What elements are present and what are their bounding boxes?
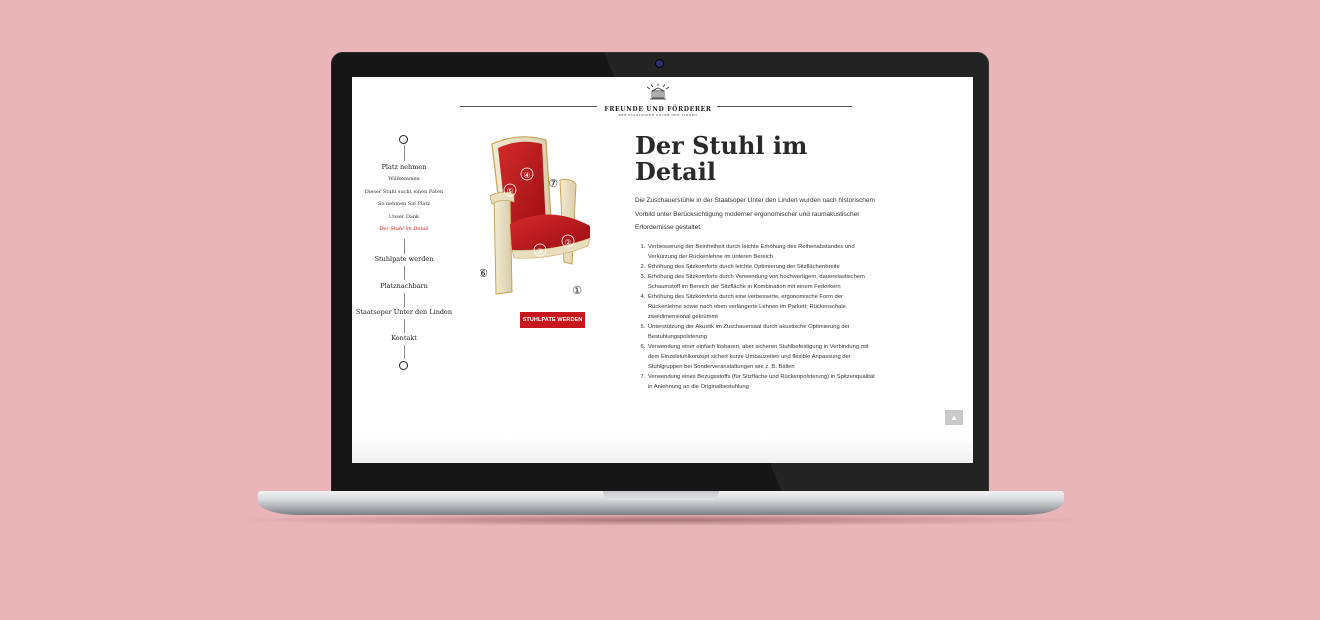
nav-connector xyxy=(404,293,405,307)
list-item: Unterstützung der Akustik im Zuschauersa… xyxy=(647,322,877,342)
chair-marker-5: ⑤ xyxy=(506,187,513,196)
list-item: Erhöhung des Sitzkomforts durch eine ver… xyxy=(647,292,877,322)
nav-item-staatsoper[interactable]: Staatsoper Unter den Linden xyxy=(352,308,456,316)
camera-icon xyxy=(656,60,663,67)
nav-item-stuhlpate-werden[interactable]: Stuhlpate werden xyxy=(352,255,456,263)
nav-connector xyxy=(404,239,405,254)
site-logo[interactable]: FREUNDE UND FÖRDERER DER STAATSOPER UNTE… xyxy=(603,83,713,117)
scroll-to-top-button[interactable]: ▲ xyxy=(945,410,963,425)
list-item: Erhöhung des Sitzkomforts durch Verwendu… xyxy=(647,272,877,292)
header-divider-right xyxy=(717,106,852,107)
nav-connector xyxy=(404,266,405,280)
list-item: Erhöhung des Sitzkomforts durch leichte … xyxy=(647,262,877,272)
nav-item-platznachbarn[interactable]: Platznachbarn xyxy=(352,282,456,290)
nav-connector xyxy=(404,145,405,161)
list-item: Verwendung eines Bezugsstoffs (für Sitzf… xyxy=(647,372,877,392)
nav-item-platz-nehmen[interactable]: Platz nehmen xyxy=(352,163,456,171)
chair-illustration: ④ ⑤ ② ③ ⑦ ⑥ ① xyxy=(480,136,591,297)
chair-marker-1: ① xyxy=(572,284,582,297)
logo-title: FREUNDE UND FÖRDERER xyxy=(604,106,712,113)
nav-subitem-stuhl-im-detail[interactable]: Der Stuhl im Detail xyxy=(352,226,456,232)
stuhlpate-werden-button[interactable]: STUHLPATE WERDEN xyxy=(520,312,585,328)
nav-subitem-stuhl-sucht-paten[interactable]: Dieser Stuhl sucht einen Paten xyxy=(352,189,456,195)
nav-subitem-willkommen[interactable]: Willkommen xyxy=(352,176,456,182)
nav-top-circle-icon xyxy=(399,135,408,144)
chair-marker-7: ⑦ xyxy=(548,177,558,190)
laptop-opening-notch xyxy=(603,491,719,500)
page-footer-fade xyxy=(352,437,973,463)
browser-screen: FREUNDE UND FÖRDERER DER STAATSOPER UNTE… xyxy=(352,77,973,463)
nav-subitem-unser-dank[interactable]: Unser Dank xyxy=(352,214,456,220)
laptop-base xyxy=(258,491,1064,515)
arrow-up-icon: ▲ xyxy=(950,413,958,422)
chair-marker-2: ② xyxy=(564,238,571,247)
nav-connector xyxy=(404,345,405,359)
chair-marker-6: ⑥ xyxy=(480,267,488,280)
feature-list: Verbesserung der Beinfreiheit durch leic… xyxy=(638,242,877,392)
page-title: Der Stuhl im Detail xyxy=(635,131,808,186)
nav-subitem-so-nehmen-sie-platz[interactable]: So nehmen Sie Platz xyxy=(352,201,456,207)
laptop-shadow xyxy=(230,514,1092,526)
list-item: Verwendung einer einfach lösbaren, aber … xyxy=(647,342,877,372)
nav-bottom-circle-icon xyxy=(399,361,408,370)
opera-house-icon xyxy=(646,83,670,100)
nav-connector xyxy=(404,319,405,333)
nav-item-kontakt[interactable]: Kontakt xyxy=(352,334,456,342)
list-item: Verbesserung der Beinfreiheit durch leic… xyxy=(647,242,877,262)
chair-marker-4: ④ xyxy=(523,171,530,180)
logo-subtitle: DER STAATSOPER UNTER DEN LINDEN xyxy=(618,113,698,117)
header-divider-left xyxy=(460,106,597,107)
intro-paragraph: Die Zuschauerstühle in der Staatsoper Un… xyxy=(635,197,875,231)
laptop-lid: FREUNDE UND FÖRDERER DER STAATSOPER UNTE… xyxy=(331,52,989,493)
chair-marker-3: ③ xyxy=(536,247,543,256)
